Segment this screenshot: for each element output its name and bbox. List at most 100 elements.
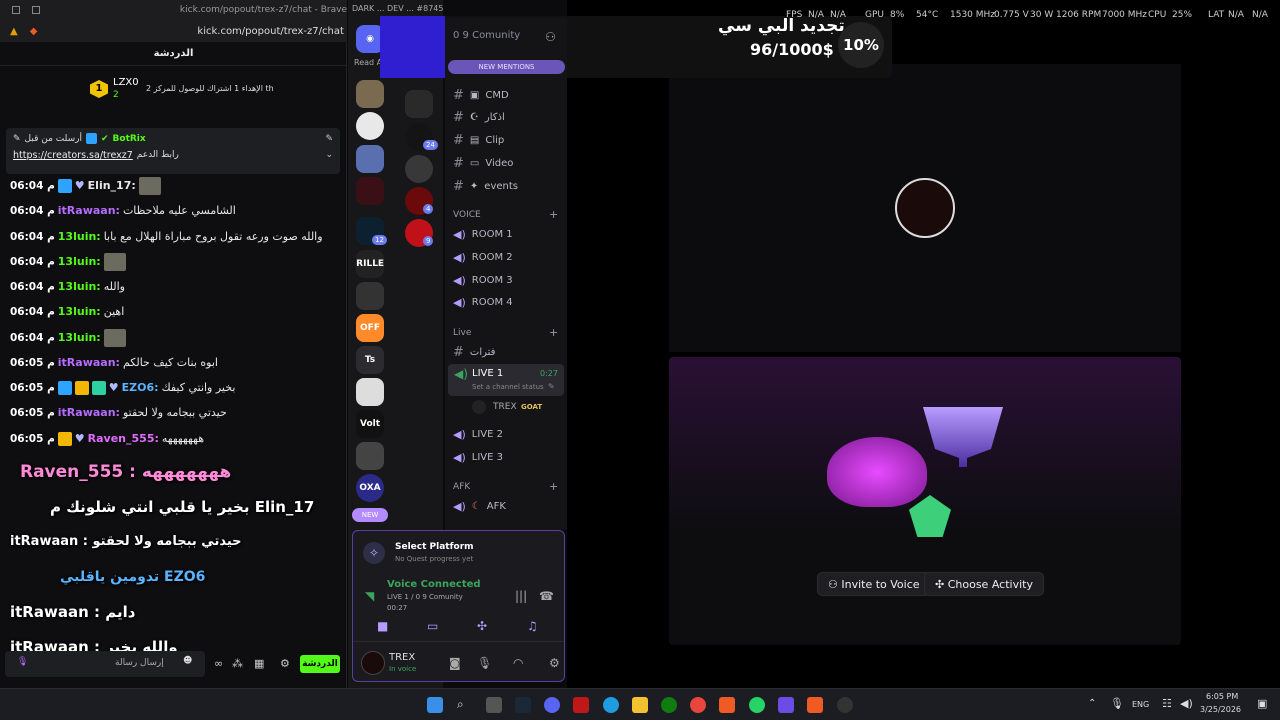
steam-icon[interactable]	[515, 697, 531, 713]
voice-channel[interactable]: ◀) ROOM 3	[453, 274, 513, 287]
user-name[interactable]: TREX	[389, 652, 415, 663]
pinned-message[interactable]: ✎ أرسلت من قبل ✔ BotRix ✎ https://creato…	[6, 128, 340, 174]
voice-channel[interactable]: ◀) ROOM 4	[453, 296, 513, 309]
network-icon[interactable]: ☷	[1162, 697, 1172, 710]
text-channel[interactable]: # ▤ Clip	[453, 133, 504, 148]
edge-icon[interactable]	[603, 697, 619, 713]
voice-channel-active[interactable]: ◀) LIVE 1 0:27 Set a channel status ✎	[448, 364, 564, 396]
headphones-icon[interactable]: ◠	[513, 656, 523, 670]
brave-icon[interactable]	[719, 697, 735, 713]
voice-channel[interactable]: ◀) LIVE 3	[453, 451, 503, 464]
voice-member-name[interactable]: TREX	[493, 402, 517, 412]
send-chat-button[interactable]: الدردشة	[300, 655, 340, 673]
store-icon[interactable]: ▦	[254, 657, 264, 670]
invite-to-voice-button[interactable]: ⚇ Invite to Voice	[817, 572, 931, 596]
brave-shield-icon[interactable]: ◆	[30, 26, 38, 37]
server-icon[interactable]	[356, 145, 384, 173]
message-user[interactable]: 13luin:	[58, 253, 101, 271]
gear-icon[interactable]: ⚙	[280, 657, 290, 670]
avatar[interactable]	[472, 400, 486, 414]
clock-date[interactable]: 3/25/2026	[1200, 705, 1241, 714]
voice-channel[interactable]: ◀) LIVE 2	[453, 428, 503, 441]
voice-channel[interactable]: ◀) ☾ AFK	[453, 500, 506, 513]
dm-avatar[interactable]	[405, 155, 433, 183]
new-mentions-pill[interactable]: NEW MENTIONS	[448, 60, 565, 74]
kick-coins-icon[interactable]: ∞	[214, 657, 223, 670]
file-explorer-icon[interactable]	[632, 697, 648, 713]
discord-icon[interactable]	[544, 697, 560, 713]
add-channel-icon[interactable]: +	[549, 326, 558, 339]
app-icon[interactable]	[573, 697, 589, 713]
server-icon[interactable]: Ts	[356, 346, 384, 374]
chat-input[interactable]: 🎙 إرسال رسالة ☻	[5, 651, 205, 677]
edit-icon[interactable]: ✎	[548, 382, 555, 391]
server-icon[interactable]	[356, 442, 384, 470]
app-icon[interactable]	[837, 697, 853, 713]
add-member-icon[interactable]: ⚇	[545, 30, 556, 44]
voice-channel-path[interactable]: LIVE 1 / 0 9 Comunity	[387, 593, 463, 601]
soundboard-icon[interactable]: ♫	[527, 619, 538, 633]
screen-share-icon[interactable]: ▭	[427, 619, 438, 633]
message-user[interactable]: 13luin:	[58, 303, 101, 321]
server-icon[interactable]: Volt	[356, 410, 384, 438]
server-icon[interactable]: OXA	[356, 474, 384, 502]
message-user[interactable]: itRawaan:	[58, 202, 120, 220]
server-name[interactable]: 0 9 Comunity	[453, 30, 520, 41]
start-icon[interactable]	[427, 697, 443, 713]
language-indicator[interactable]: ENG	[1132, 700, 1149, 709]
message-user[interactable]: EZO6:	[122, 379, 159, 397]
app-grid-icon[interactable]	[778, 697, 794, 713]
section-live[interactable]: Live	[453, 328, 471, 338]
section-afk[interactable]: AFK	[453, 482, 470, 492]
activity-icon[interactable]: ✣	[477, 619, 487, 633]
address-url[interactable]: kick.com/popout/trex-z7/chat	[197, 26, 344, 37]
message-user[interactable]: 13luin:	[58, 278, 101, 296]
chrome-icon[interactable]	[690, 697, 706, 713]
choose-activity-button[interactable]: ✣ Choose Activity	[924, 572, 1044, 596]
chevron-down-icon[interactable]: ⌄	[325, 150, 333, 161]
dm-avatar[interactable]	[405, 90, 433, 118]
volume-icon[interactable]: ◀)	[1180, 697, 1193, 710]
server-icon[interactable]: OFF	[356, 314, 384, 342]
avatar[interactable]	[361, 651, 385, 675]
camera-icon[interactable]: ■	[377, 619, 388, 633]
add-channel-icon[interactable]: +	[549, 208, 558, 221]
message-user[interactable]: itRawaan:	[58, 354, 120, 372]
clock-time[interactable]: 6:05 PM	[1206, 692, 1238, 701]
voice-channel[interactable]: ◀) ROOM 1	[453, 228, 513, 241]
message-user[interactable]: 13luin:	[58, 228, 101, 246]
emoji-icon[interactable]: ☻	[183, 656, 192, 666]
quest-title[interactable]: Select Platform	[395, 542, 474, 552]
message-user[interactable]: 13luin:	[58, 329, 101, 347]
window-maximize-icon[interactable]	[31, 6, 40, 14]
brave-icon[interactable]	[807, 697, 823, 713]
text-channel[interactable]: # ▣ CMD	[453, 88, 509, 103]
message-user[interactable]: itRawaan:	[58, 404, 120, 422]
server-icon[interactable]	[356, 177, 384, 205]
gamepad-icon[interactable]: ◙	[449, 656, 461, 670]
xbox-icon[interactable]	[661, 697, 677, 713]
warning-icon[interactable]: ▲	[10, 26, 18, 37]
server-icon[interactable]	[356, 112, 384, 140]
task-view-icon[interactable]	[486, 697, 502, 713]
unpin-icon[interactable]: ✎	[325, 134, 333, 144]
pinned-link[interactable]: https://creators.sa/trexz7	[13, 150, 133, 161]
window-minimize-icon[interactable]	[12, 6, 20, 14]
gear-icon[interactable]: ⚙	[549, 656, 560, 670]
notification-icon[interactable]: ▣	[1257, 697, 1267, 710]
text-channel[interactable]: # فترات	[453, 345, 495, 360]
noise-suppression-icon[interactable]: |||	[515, 589, 527, 603]
channel-status-placeholder[interactable]: Set a channel status	[472, 383, 544, 391]
add-channel-icon[interactable]: +	[549, 480, 558, 493]
section-voice[interactable]: VOICE	[453, 210, 481, 220]
microphone-icon[interactable]: 🎙	[17, 657, 28, 667]
new-servers-badge[interactable]: NEW	[352, 508, 388, 522]
points-icon[interactable]: ⁂	[232, 657, 243, 670]
microphone-icon[interactable]: 🎙	[477, 656, 492, 670]
message-user[interactable]: Raven_555:	[88, 430, 159, 448]
text-channel[interactable]: # ✦ events	[453, 179, 518, 194]
participant-tile[interactable]	[669, 64, 1181, 352]
whatsapp-icon[interactable]	[749, 697, 765, 713]
server-icon[interactable]	[356, 378, 384, 406]
voice-channel[interactable]: ◀) ROOM 2	[453, 251, 513, 264]
